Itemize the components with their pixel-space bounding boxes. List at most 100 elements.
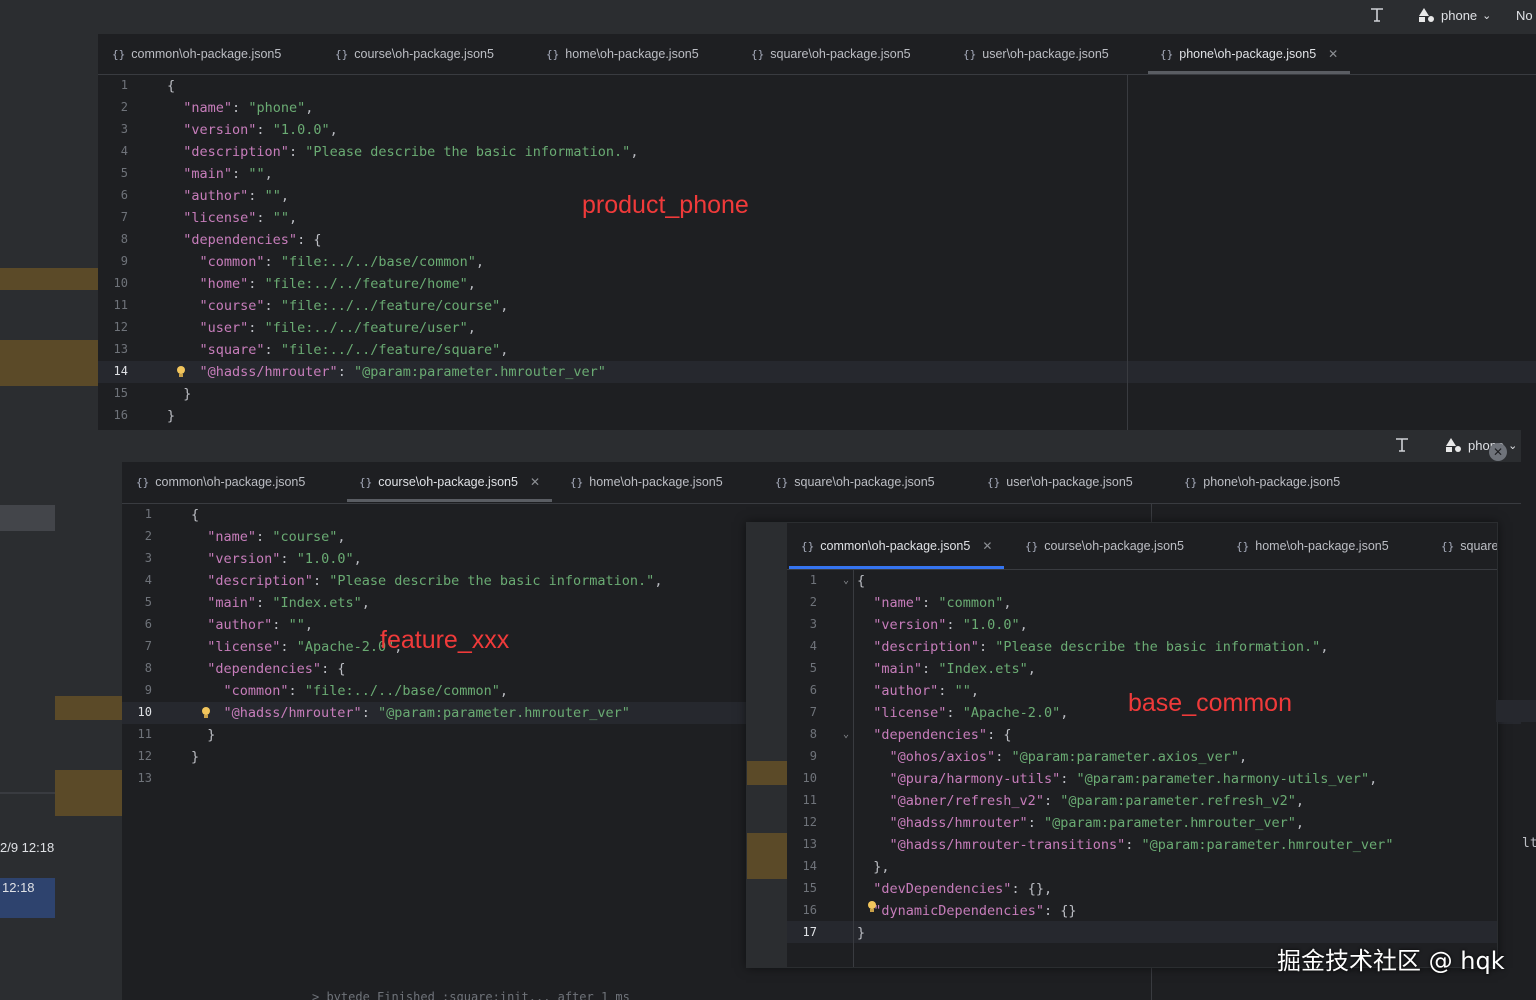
tab-common[interactable]: {} common\oh-package.json5 — [112, 34, 281, 74]
line-number: 14 — [802, 859, 817, 873]
code-token: : {}, — [1011, 881, 1053, 897]
code-token: "" — [954, 683, 971, 699]
code-line: "author": "", — [167, 185, 289, 207]
code-token: "@param:parameter.refresh_v2" — [1060, 793, 1296, 809]
tab-label: home\oh-package.json5 — [589, 475, 723, 489]
code-token: : — [280, 639, 297, 655]
close-icon[interactable]: ✕ — [1328, 47, 1338, 61]
tab-square[interactable]: {} square\oh-package.json5 — [775, 462, 935, 502]
code-line: "name": "phone", — [167, 97, 313, 119]
code-token: : — [256, 122, 273, 138]
json-braces-icon: {} — [335, 47, 349, 61]
code-line: }, — [857, 856, 889, 878]
tab-home[interactable]: {} home\oh-package.json5 — [570, 462, 723, 502]
close-icon[interactable]: ✕ — [982, 539, 992, 553]
line-number: 5 — [809, 661, 817, 675]
code-line: "@hadss/hmrouter": "@param:parameter.hmr… — [191, 702, 630, 724]
lightbulb-icon[interactable] — [176, 366, 186, 378]
fold-chevron-icon[interactable]: ⌄ — [843, 575, 849, 586]
code-token: : — [256, 210, 273, 226]
code-token: , — [500, 298, 509, 314]
tab-course[interactable]: {} course\oh-package.json5 ✕ — [347, 462, 552, 502]
code-token: "file:../../base/common" — [280, 254, 476, 270]
line-number: 12 — [113, 320, 128, 334]
tab-course[interactable]: {} course\oh-package.json5 — [1025, 523, 1184, 569]
code-token: : — [922, 661, 939, 677]
fold-chevron-icon[interactable]: ⌄ — [843, 729, 849, 740]
line-number: 5 — [144, 595, 152, 609]
code-token: : — [232, 166, 249, 182]
code-token: "user" — [199, 320, 249, 336]
line-number: 1 — [809, 573, 817, 587]
code-line: "common": "file:../../base/common", — [191, 680, 509, 702]
text-tool-button[interactable] — [1391, 430, 1413, 460]
code-line: } — [857, 922, 865, 944]
tab-course[interactable]: {} course\oh-package.json5 — [335, 34, 494, 74]
timestamp: 2/9 12:18 — [0, 840, 55, 855]
tab-square[interactable]: {} square — [1441, 523, 1497, 569]
lightbulb-icon[interactable] — [201, 707, 211, 719]
code-token: "Please describe the basic information." — [329, 573, 655, 589]
tab-home[interactable]: {} home\oh-package.json5 — [546, 34, 699, 74]
tab-user[interactable]: {} user\oh-package.json5 — [963, 34, 1109, 74]
code-token: } — [167, 408, 176, 424]
code-token: , — [499, 683, 509, 699]
code-token: "author" — [207, 617, 273, 633]
code-token: "dynamicDependencies" — [873, 903, 1044, 919]
selected-row — [0, 505, 55, 531]
tab-square[interactable]: {} square\oh-package.json5 — [751, 34, 911, 74]
tab-home[interactable]: {} home\oh-package.json5 — [1236, 523, 1389, 569]
close-icon[interactable]: ✕ — [530, 475, 540, 489]
tab-label: phone\oh-package.json5 — [1203, 475, 1341, 489]
top-toolbar: phone ⌄ No — [0, 0, 1536, 35]
tab-label: user\oh-package.json5 — [982, 47, 1109, 61]
code-token: , — [475, 254, 485, 270]
tab-phone[interactable]: {} phone\oh-package.json5 ✕ — [1148, 34, 1351, 74]
code-line: "@hadss/hmrouter": "@param:parameter.hmr… — [857, 812, 1305, 834]
project-selector[interactable]: phone ⌄ — [1418, 0, 1491, 30]
close-overlay-icon[interactable]: ✕ — [1489, 443, 1507, 461]
project-selector[interactable]: phone ⌄ — [1445, 430, 1517, 460]
code-token: : — [1043, 793, 1061, 809]
code-line: "dependencies": { — [167, 229, 321, 251]
line-number: 1 — [144, 507, 152, 521]
annotation-label: product_phone — [582, 191, 749, 219]
code-token: "main" — [873, 661, 923, 677]
tab-phone[interactable]: {} phone\oh-package.json5 — [1184, 462, 1340, 502]
code-line: "dependencies": { — [191, 658, 345, 680]
selected-time-row[interactable]: 12:18 — [0, 878, 55, 918]
code-token: "description" — [183, 144, 289, 160]
shapes-icon — [1445, 437, 1463, 453]
code-token: "1.0.0" — [296, 551, 354, 567]
code-line: "common": "file:../../base/common", — [167, 251, 485, 273]
tab-label: phone\oh-package.json5 — [1179, 47, 1317, 61]
code-token: "dependencies" — [873, 727, 988, 743]
code-token: , — [353, 551, 362, 567]
code-token: "file:../../feature/course" — [280, 298, 501, 314]
tab-common[interactable]: {} common\oh-package.json5 — [136, 462, 305, 502]
text-cursor-icon — [1391, 434, 1413, 456]
code-line: "version": "1.0.0", — [191, 548, 362, 570]
line-number: 1 — [120, 78, 128, 92]
line-number: 7 — [809, 705, 817, 719]
json-braces-icon: {} — [1441, 539, 1455, 553]
line-number: 6 — [144, 617, 152, 631]
tab-label: home\oh-package.json5 — [1255, 539, 1389, 553]
text-tool-button[interactable] — [1366, 0, 1388, 30]
code-token: , — [1027, 661, 1036, 677]
tab-user[interactable]: {} user\oh-package.json5 — [987, 462, 1133, 502]
code-token: , — [1295, 793, 1305, 809]
code-token: "@param:parameter.hmrouter_ver" — [353, 364, 606, 380]
lightbulb-icon[interactable] — [867, 901, 877, 913]
tab-common[interactable]: {} common\oh-package.json5 ✕ — [789, 523, 1005, 569]
annotation-label: feature_xxx — [380, 626, 510, 654]
chevron-down-icon: ⌄ — [1482, 9, 1492, 22]
